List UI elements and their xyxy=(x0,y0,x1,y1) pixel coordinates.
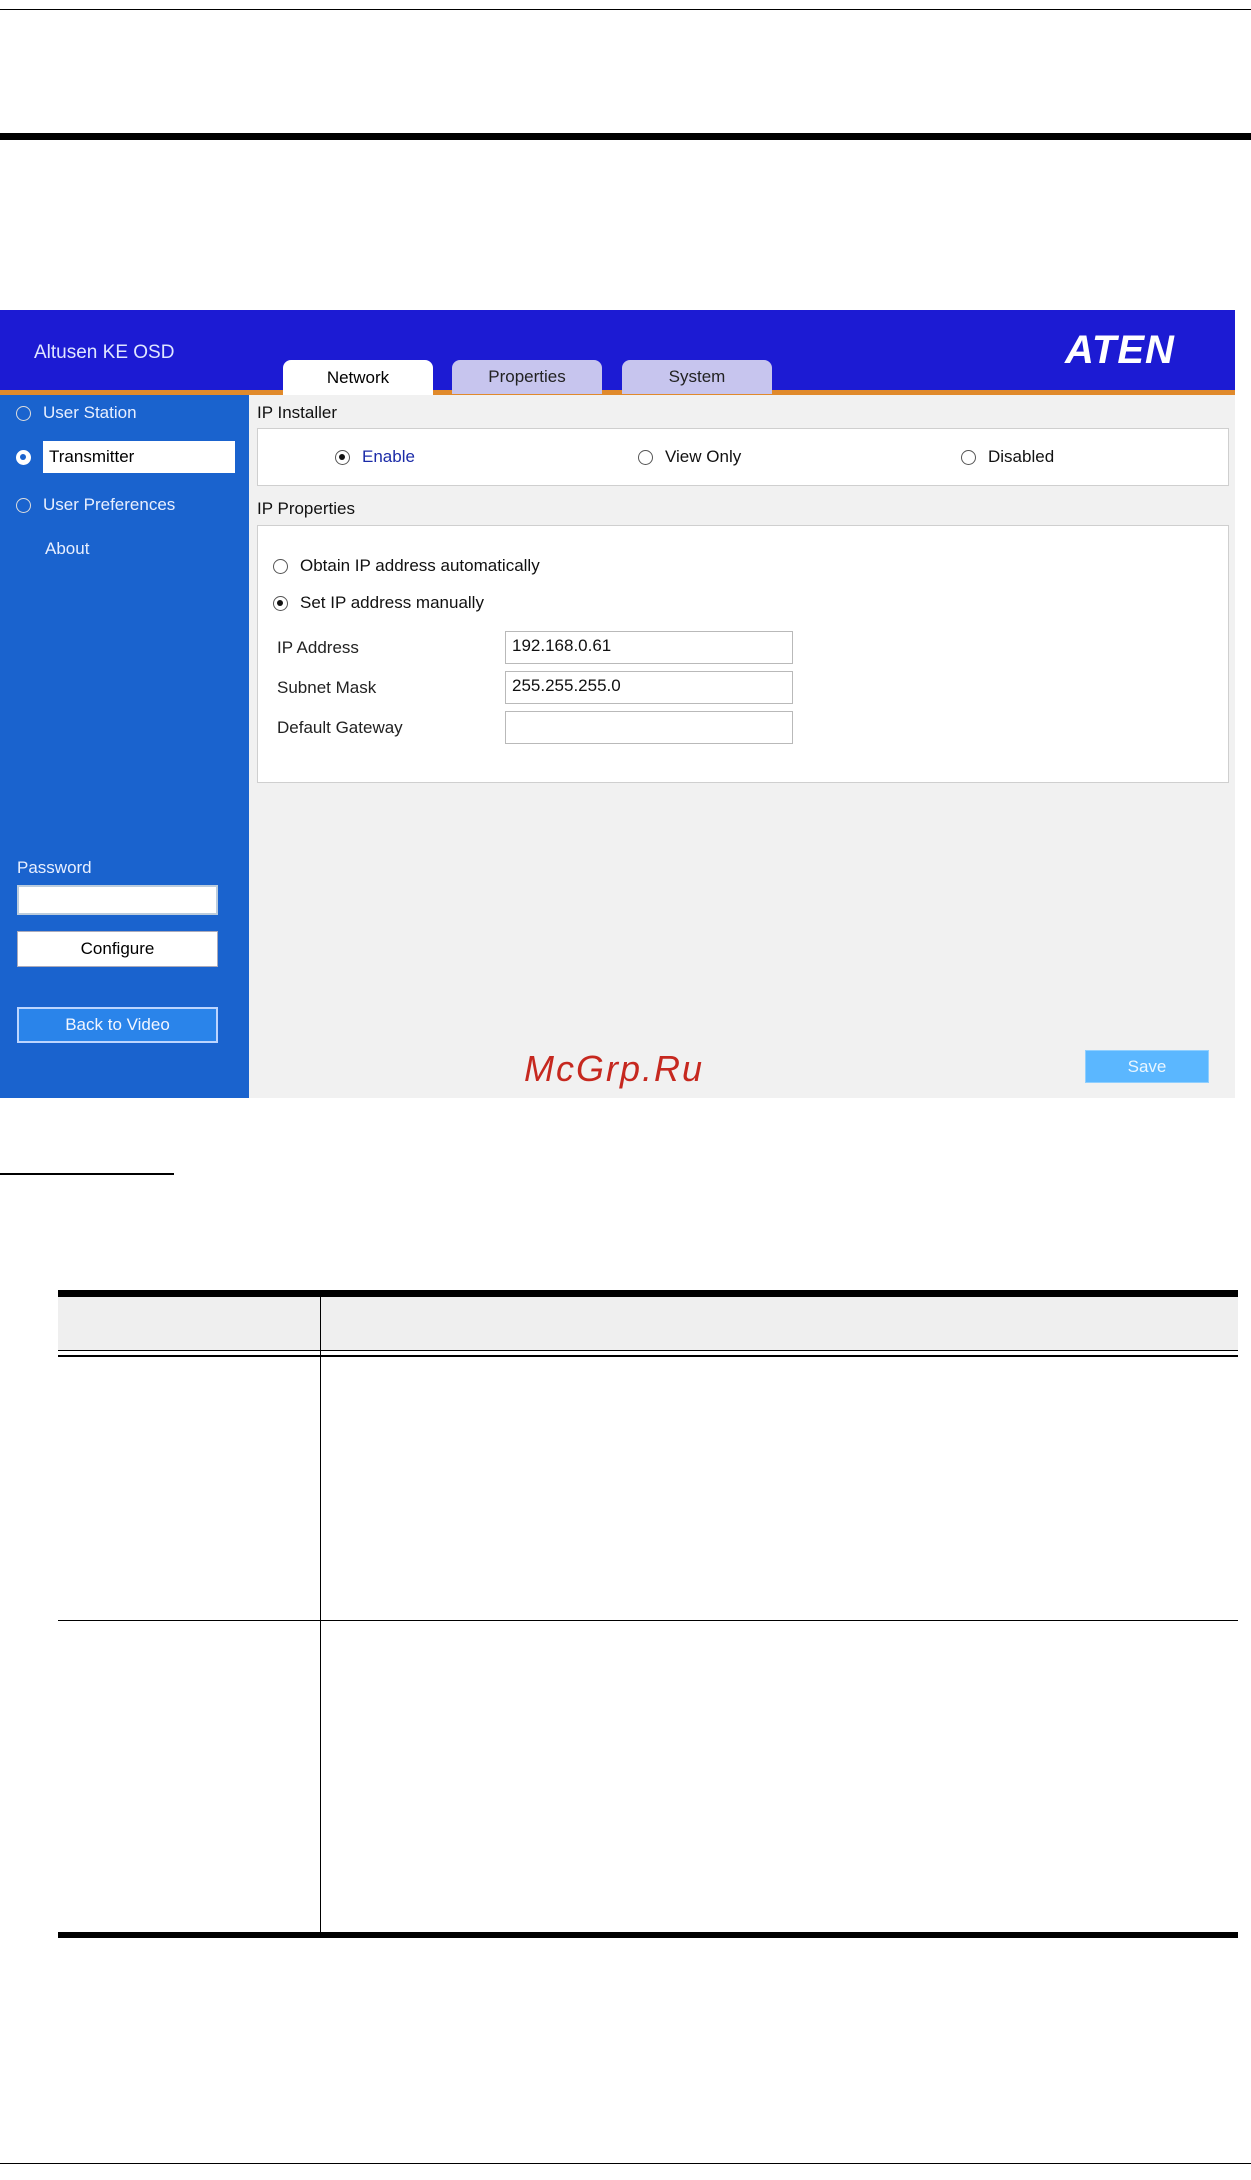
subnet-mask-label: Subnet Mask xyxy=(277,678,377,697)
sidebar-item-user-preferences[interactable]: User Preferences xyxy=(0,487,249,523)
obtain-ip-auto-option[interactable]: Obtain IP address automatically xyxy=(273,556,540,576)
ip-installer-group: Enable View Only Disabled xyxy=(257,428,1229,486)
sidebar-item-label: User Preferences xyxy=(43,495,176,514)
option-label: Obtain IP address automatically xyxy=(300,556,540,575)
sidebar: User Station Transmitter User Preference… xyxy=(0,395,249,1098)
option-label: Set IP address manually xyxy=(300,593,484,612)
save-button-label: Save xyxy=(1127,1056,1167,1076)
configure-button[interactable]: Configure xyxy=(17,931,218,967)
radio-icon xyxy=(638,449,653,465)
table-header-rule xyxy=(58,1355,1238,1357)
tab-properties[interactable]: Properties xyxy=(452,360,602,394)
tab-properties-label: Properties xyxy=(488,367,566,386)
password-field[interactable] xyxy=(17,885,218,915)
table-header-rule xyxy=(58,1350,1238,1351)
back-to-video-button[interactable]: Back to Video xyxy=(17,1007,218,1043)
content-area: IP Installer Enable View Only Disabled I… xyxy=(249,395,1235,1098)
configure-button-label: Configure xyxy=(80,939,155,958)
option-label: Disabled xyxy=(988,447,1055,466)
tab-system-label: System xyxy=(668,367,726,386)
sidebar-item-label: About xyxy=(45,539,90,558)
sidebar-item-transmitter[interactable]: Transmitter xyxy=(0,439,249,475)
ip-installer-title: IP Installer xyxy=(257,403,338,422)
option-label: View Only xyxy=(665,447,742,466)
option-label: Enable xyxy=(362,447,415,466)
ip-installer-enable-option[interactable]: Enable xyxy=(335,447,415,467)
table-header-row xyxy=(58,1297,1238,1350)
watermark: McGrp.Ru xyxy=(524,1048,705,1089)
radio-icon xyxy=(273,558,288,574)
ip-properties-title: IP Properties xyxy=(257,499,355,518)
default-gateway-field[interactable] xyxy=(505,711,793,744)
radio-icon xyxy=(961,449,976,465)
subnet-mask-field[interactable]: 255.255.255.0 xyxy=(505,671,793,704)
top-rule xyxy=(0,9,1251,10)
subnet-mask-value: 255.255.255.0 xyxy=(512,676,621,695)
radio-icon xyxy=(16,497,31,513)
ip-installer-disabled-option[interactable]: Disabled xyxy=(961,447,1054,467)
tab-network-label: Network xyxy=(326,368,390,387)
tab-system[interactable]: System xyxy=(622,360,772,394)
radio-checked-icon xyxy=(335,449,350,465)
header-rule xyxy=(0,133,1251,140)
sidebar-item-label: Transmitter xyxy=(43,441,235,473)
table-bottom-rule xyxy=(58,1932,1238,1938)
table-column-divider xyxy=(320,1297,321,1932)
sidebar-item-about[interactable]: About xyxy=(0,531,249,567)
aten-logo: ATEN xyxy=(1065,328,1175,372)
ip-properties-group: Obtain IP address automatically Set IP a… xyxy=(257,525,1229,783)
ip-address-field[interactable]: 192.168.0.61 xyxy=(505,631,793,664)
bottom-rule xyxy=(0,2163,1251,2164)
osd-screenshot: Altusen KE OSD ATEN Network Properties S… xyxy=(0,310,1235,1098)
password-label: Password xyxy=(17,858,92,877)
section-heading-underline xyxy=(0,1173,174,1175)
radio-checked-icon xyxy=(273,595,288,611)
back-to-video-label: Back to Video xyxy=(65,1015,170,1034)
radio-checked-icon xyxy=(16,449,31,465)
tab-network[interactable]: Network xyxy=(283,360,433,396)
save-button[interactable]: Save xyxy=(1085,1050,1209,1083)
osd-banner xyxy=(0,310,1235,390)
ip-installer-view-only-option[interactable]: View Only xyxy=(638,447,741,467)
ip-address-value: 192.168.0.61 xyxy=(512,636,612,655)
sidebar-item-user-station[interactable]: User Station xyxy=(0,395,249,431)
ip-address-label: IP Address xyxy=(277,638,359,657)
set-ip-manual-option[interactable]: Set IP address manually xyxy=(273,593,484,613)
radio-icon xyxy=(16,405,31,421)
table-row-divider xyxy=(58,1620,1238,1621)
sidebar-item-label: User Station xyxy=(43,403,137,422)
default-gateway-label: Default Gateway xyxy=(277,718,403,737)
table-top-rule xyxy=(58,1290,1238,1297)
app-title: Altusen KE OSD xyxy=(34,342,175,363)
